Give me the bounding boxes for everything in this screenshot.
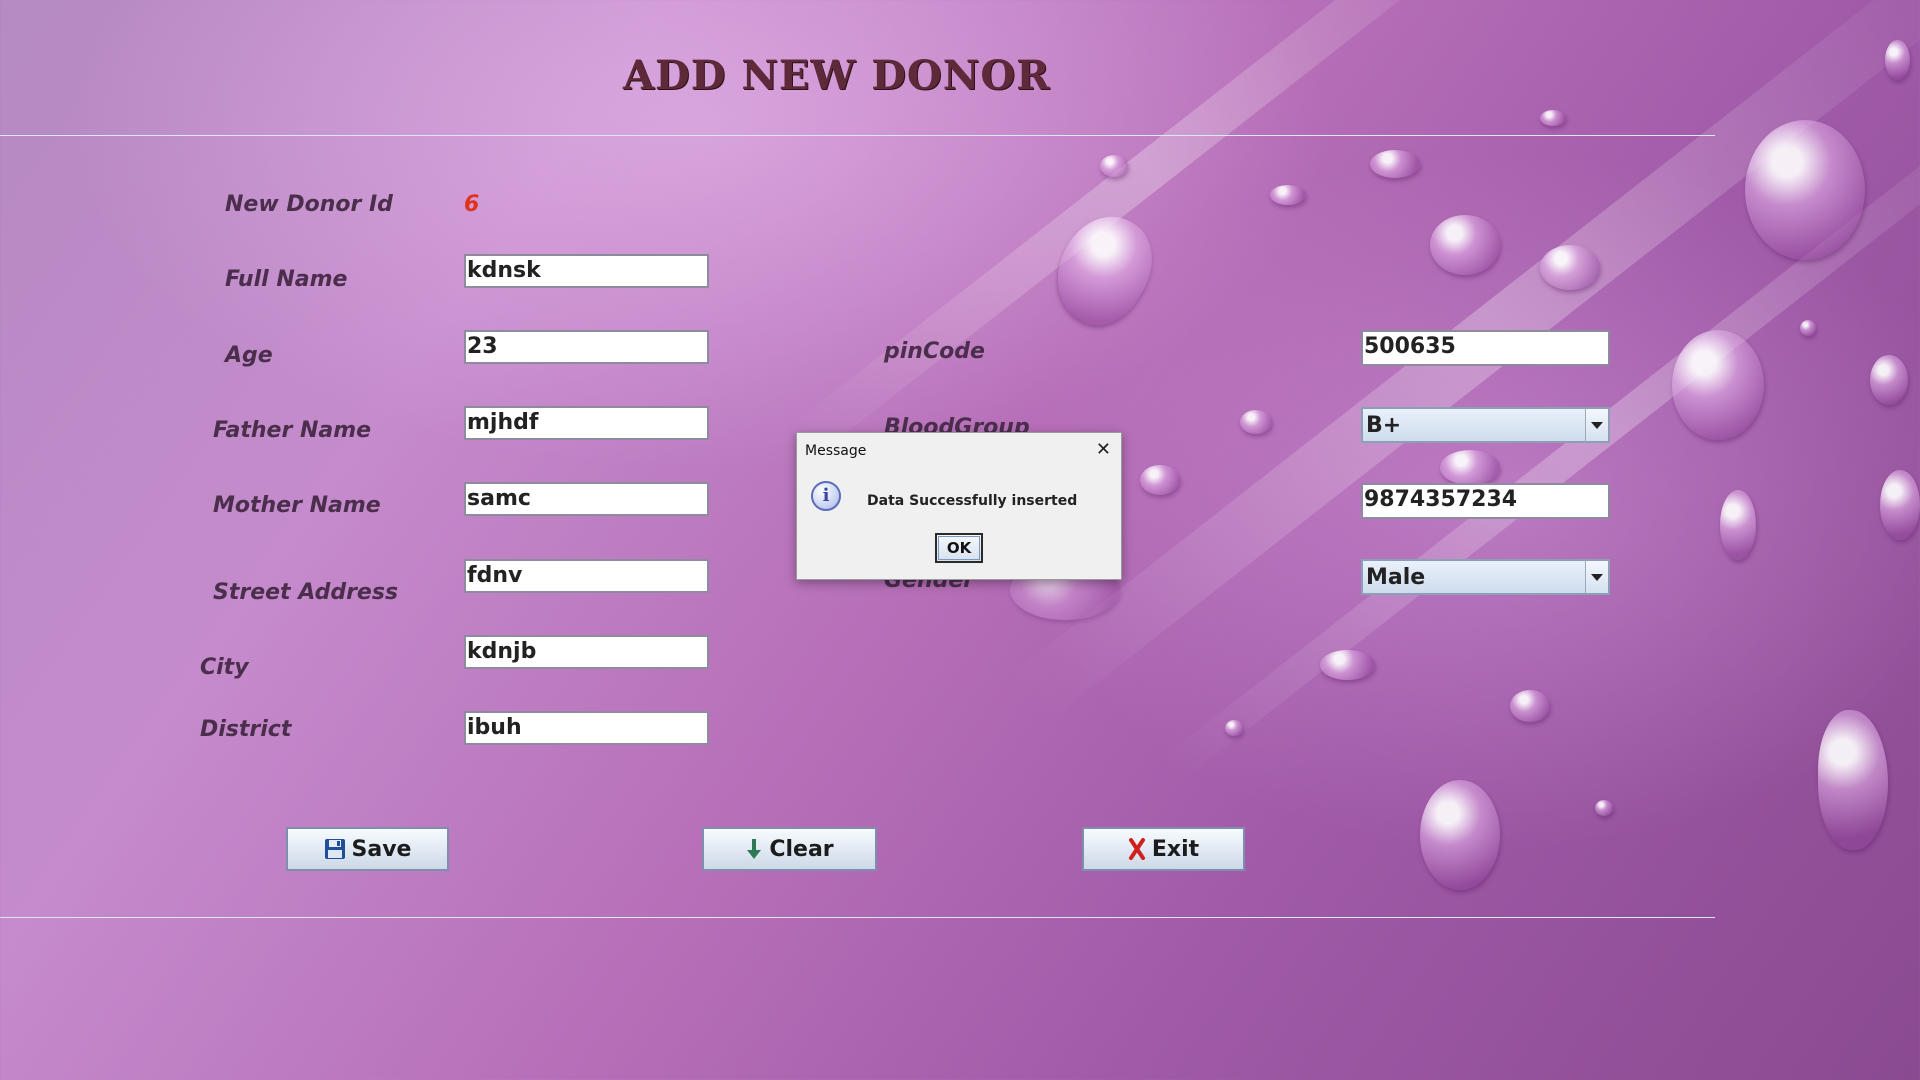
city-label: City <box>200 655 249 680</box>
save-button-label: Save <box>351 836 412 862</box>
water-drop <box>1320 650 1375 680</box>
pincode-label: pinCode <box>884 339 985 364</box>
street-address-field[interactable]: fdnv <box>464 559 709 593</box>
mother-name-label: Mother Name <box>213 493 381 518</box>
full-name-label: Full Name <box>225 267 348 292</box>
water-drop <box>1870 355 1908 405</box>
save-button[interactable]: Save <box>286 827 449 871</box>
dialog-title: Message <box>805 443 867 459</box>
chevron-down-icon[interactable] <box>1585 561 1608 593</box>
water-drop <box>1595 800 1613 816</box>
footer-separator <box>0 917 1715 918</box>
water-drop <box>1430 215 1500 275</box>
city-field[interactable]: kdnjb <box>464 635 709 669</box>
exit-button-label: Exit <box>1151 836 1200 862</box>
close-icon[interactable]: ✕ <box>1096 439 1111 460</box>
donor-id-value: 6 <box>464 192 480 217</box>
water-drop <box>1800 320 1816 336</box>
chevron-down-icon[interactable] <box>1585 409 1608 441</box>
red-x-icon <box>1128 838 1145 860</box>
down-arrow-icon <box>747 839 762 859</box>
full-name-field[interactable]: kdnsk <box>464 254 709 288</box>
header-separator <box>0 135 1715 136</box>
mother-name-field[interactable]: samc <box>464 482 709 516</box>
district-label: District <box>200 717 292 742</box>
water-drop <box>1818 710 1888 850</box>
pincode-field[interactable]: 500635 <box>1361 330 1610 366</box>
water-drop <box>1440 450 1500 485</box>
message-dialog: Message ✕ i Data Successfully inserted O… <box>796 432 1122 580</box>
gender-value: Male <box>1366 565 1426 590</box>
water-drop <box>1225 720 1243 736</box>
father-name-field[interactable]: mjhdf <box>464 406 709 440</box>
dialog-message: Data Successfully inserted <box>867 493 1078 509</box>
water-drop <box>1140 465 1180 495</box>
water-drop <box>1510 690 1550 722</box>
clear-button-label: Clear <box>769 836 834 862</box>
water-drop <box>1240 410 1272 434</box>
clear-button[interactable]: Clear <box>702 827 877 871</box>
ok-button-label: OK <box>946 539 972 557</box>
mobile-field[interactable]: 9874357234 <box>1361 483 1610 519</box>
exit-button[interactable]: Exit <box>1082 827 1245 871</box>
blood-group-value: B+ <box>1366 413 1402 438</box>
information-icon: i <box>811 481 841 511</box>
age-label: Age <box>225 343 273 368</box>
water-drop <box>1540 245 1600 290</box>
water-drop <box>1745 120 1865 260</box>
water-drop <box>1270 185 1306 205</box>
water-drop <box>1720 490 1756 560</box>
water-drop <box>1540 110 1566 126</box>
water-drop <box>1420 780 1500 890</box>
water-drop <box>1370 150 1420 178</box>
water-drop <box>1672 330 1764 440</box>
page-title: ADD NEW DONOR <box>623 52 1051 99</box>
floppy-disk-icon <box>324 839 345 859</box>
gender-select[interactable]: Male <box>1361 559 1610 595</box>
street-address-label: Street Address <box>213 580 399 605</box>
age-field[interactable]: 23 <box>464 330 709 364</box>
father-name-label: Father Name <box>213 418 372 443</box>
ok-button[interactable]: OK <box>935 533 983 563</box>
water-drop <box>1885 40 1910 80</box>
donor-id-label: New Donor Id <box>225 192 393 217</box>
district-field[interactable]: ibuh <box>464 711 709 745</box>
blood-group-select[interactable]: B+ <box>1361 407 1610 443</box>
water-drop <box>1100 155 1128 177</box>
water-drop <box>1038 200 1170 340</box>
water-drop <box>1880 470 1920 540</box>
